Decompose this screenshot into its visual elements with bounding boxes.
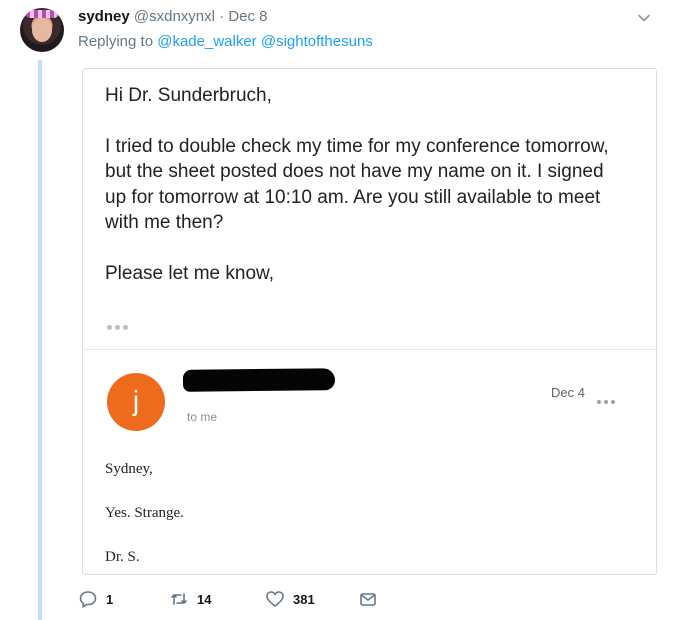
reply-line: Yes. Strange.	[105, 505, 184, 521]
reply-count: 1	[106, 591, 114, 607]
like-count: 381	[293, 591, 315, 607]
recipient-label: to me	[187, 410, 218, 424]
user-avatar[interactable]	[20, 8, 64, 52]
mention-link[interactable]: @sightofthesuns	[261, 33, 373, 50]
retweet-count: 14	[197, 591, 212, 607]
flower-crown-decoration	[26, 10, 58, 18]
avatar-face	[32, 18, 52, 42]
reply-message: Sydney, Yes. Strange. Dr. S.	[105, 461, 184, 593]
reply-button[interactable]: 1	[78, 589, 113, 609]
retweet-button[interactable]: 14	[169, 589, 211, 609]
email-closing: Please let me know,	[105, 262, 274, 284]
redacted-sender-name	[182, 368, 336, 392]
show-trimmed-content-icon[interactable]	[107, 317, 133, 330]
more-options-icon[interactable]	[597, 391, 618, 409]
tweet-date[interactable]: Dec 8	[228, 8, 267, 25]
divider	[83, 349, 656, 350]
envelope-icon	[360, 593, 376, 606]
header-separator: ·	[219, 8, 225, 25]
display-name[interactable]: sydney	[78, 8, 130, 25]
user-handle[interactable]: @sxdnxynxl	[134, 8, 215, 25]
mention-link[interactable]: @kade_walker	[157, 33, 256, 50]
retweet-icon	[171, 593, 187, 605]
heart-icon	[266, 591, 284, 607]
replying-to-label: Replying to	[78, 33, 154, 50]
replying-to: Replying to @kade_walker @sightofthesuns	[78, 33, 373, 50]
chevron-down-icon[interactable]	[636, 10, 652, 26]
reply-line: Dr. S.	[105, 549, 140, 565]
email-body: I tried to double check my time for my c…	[105, 135, 609, 234]
tweet-image-card[interactable]: Hi Dr. Sunderbruch, I tried to double ch…	[82, 68, 657, 575]
thread-line	[38, 60, 42, 620]
message-date: Dec 4	[551, 385, 585, 400]
reply-line: Sydney,	[105, 461, 153, 477]
tweet-header: sydney @sxdnxynxl · Dec 8	[78, 8, 268, 25]
sender-avatar[interactable]: j	[107, 373, 165, 431]
direct-message-button[interactable]	[358, 589, 378, 609]
email-greeting: Hi Dr. Sunderbruch,	[105, 85, 272, 106]
email-message: Hi Dr. Sunderbruch, I tried to double ch…	[105, 83, 625, 286]
like-button[interactable]: 381	[265, 589, 315, 609]
reply-icon	[79, 591, 97, 608]
